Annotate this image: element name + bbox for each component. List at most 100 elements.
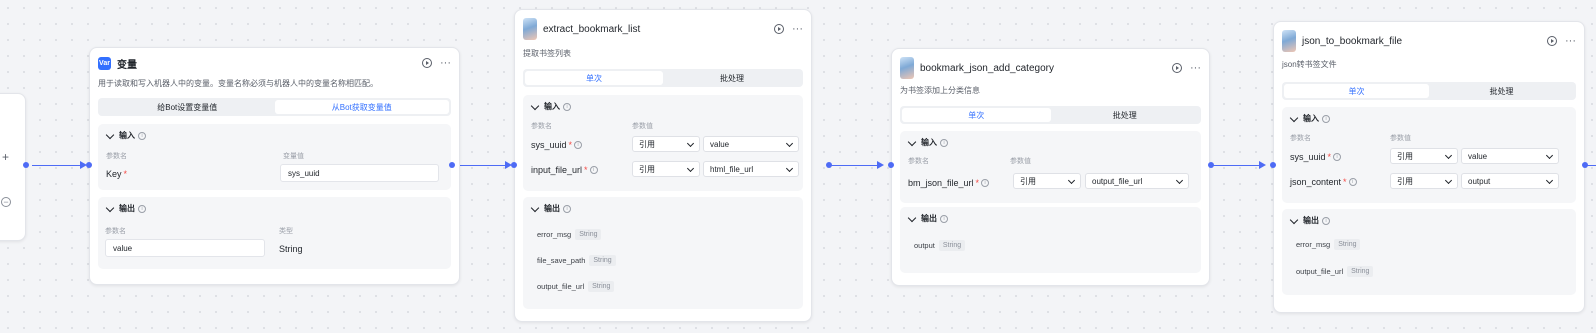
node-variable[interactable]: Var 变量 ··· 用于读取和写入机器人中的变量。变量名称必须与机器人中的变量… xyxy=(89,47,460,285)
info-icon: i xyxy=(1322,216,1330,225)
tab-single[interactable]: 单次 xyxy=(525,71,663,85)
edge-category-to-tobookmark[interactable] xyxy=(1211,165,1261,166)
chevron-down-icon xyxy=(1444,151,1453,159)
more-icon[interactable]: ··· xyxy=(1190,63,1201,74)
edge-arrow xyxy=(877,161,884,169)
node-extract-bookmark-list[interactable]: extract_bookmark_list ··· 提取书签列表 单次 批处理 … xyxy=(514,9,812,322)
param-name: sys_uuid * i xyxy=(531,140,583,150)
ref-type-select[interactable]: 引用 xyxy=(1390,173,1458,189)
edge-stub-to-variable[interactable] xyxy=(32,165,82,166)
variable-value-input[interactable]: sys_uuid xyxy=(280,164,439,182)
port-category-in[interactable] xyxy=(888,162,894,168)
chevron-down-icon xyxy=(1444,176,1453,184)
run-mode-tabs: 单次 批处理 xyxy=(1282,82,1576,100)
tab-single[interactable]: 单次 xyxy=(902,108,1051,122)
node-json-to-bookmark-file[interactable]: json_to_bookmark_file ··· json转书签文件 单次 批… xyxy=(1273,21,1585,313)
more-icon[interactable]: ··· xyxy=(792,24,803,35)
remove-icon[interactable]: − xyxy=(1,197,11,207)
ref-value-select[interactable]: output xyxy=(1461,173,1559,189)
more-icon[interactable]: ··· xyxy=(440,58,451,69)
output-section-title[interactable]: 输出 i xyxy=(105,203,146,214)
output-section-title[interactable]: 输出 i xyxy=(1289,215,1330,226)
ref-value-select[interactable]: value xyxy=(1461,148,1559,164)
port-variable-out[interactable] xyxy=(449,162,455,168)
port-extract-out[interactable] xyxy=(826,162,832,168)
param-name: bm_json_file_url * i xyxy=(908,178,990,188)
output-name-input[interactable]: value xyxy=(105,239,265,257)
port-tobookmark-out[interactable] xyxy=(1582,162,1588,168)
column-label-param-value: 参数值 xyxy=(1010,158,1031,165)
node-bookmark-json-add-category[interactable]: bookmark_json_add_category ··· 为书签添加上分类信… xyxy=(891,48,1210,286)
info-icon: i xyxy=(574,141,583,149)
chevron-down-icon xyxy=(1175,176,1184,184)
port-variable-in[interactable] xyxy=(86,162,92,168)
input-section-title[interactable]: 输入 i xyxy=(530,101,571,112)
add-icon[interactable]: + xyxy=(2,150,9,164)
port-tobookmark-in[interactable] xyxy=(1270,162,1276,168)
param-name: input_file_url * i xyxy=(531,165,598,175)
info-icon: i xyxy=(563,204,571,213)
ref-value-select[interactable]: value xyxy=(703,136,799,152)
ref-type-select[interactable]: 引用 xyxy=(1390,148,1458,164)
output-section: 输出 i error_msg String output_file_url Strin… xyxy=(1282,209,1576,295)
tab-single[interactable]: 单次 xyxy=(1284,84,1429,98)
input-section-title[interactable]: 输入 i xyxy=(1289,113,1330,124)
node-description: 用于读取和写入机器人中的变量。变量名称必须与机器人中的变量名称相匹配。 xyxy=(98,79,378,88)
input-section: 输入 i 参数名 变量值 Key * sys_uuid xyxy=(98,124,451,190)
chevron-down-icon xyxy=(1289,113,1299,122)
plugin-avatar-icon xyxy=(900,57,914,79)
ref-type-select[interactable]: 引用 xyxy=(1013,173,1081,189)
output-section-title[interactable]: 输出 i xyxy=(907,213,948,224)
partial-node-left[interactable]: + − xyxy=(0,93,26,241)
column-label-param-name: 参数名 xyxy=(105,228,126,235)
tab-get-variable[interactable]: 从Bot获取变量值 xyxy=(274,100,449,114)
input-section-title[interactable]: 输入 i xyxy=(105,130,146,141)
column-label-param-name: 参数名 xyxy=(908,158,929,165)
ref-value-select[interactable]: output_file_url xyxy=(1085,173,1189,189)
node-extract-header: extract_bookmark_list ··· xyxy=(523,18,803,40)
node-title: bookmark_json_add_category xyxy=(920,62,1054,74)
node-description: 为书签添加上分类信息 xyxy=(900,86,980,95)
output-section: 输出 i 参数名 类型 value String xyxy=(98,197,451,269)
ref-type-select[interactable]: 引用 xyxy=(632,136,700,152)
input-section: 输入 i 参数名 参数值 sys_uuid * i 引用 value json_con… xyxy=(1282,107,1576,203)
info-icon: i xyxy=(940,214,948,223)
node-category-header: bookmark_json_add_category ··· xyxy=(900,57,1201,79)
type-badge: String xyxy=(1334,239,1361,250)
output-item: output String xyxy=(914,240,966,251)
edge-variable-to-extract[interactable] xyxy=(457,165,507,166)
more-icon[interactable]: ··· xyxy=(1565,36,1576,47)
param-name: json_content * i xyxy=(1290,177,1357,187)
run-icon[interactable] xyxy=(774,24,784,34)
chevron-down-icon xyxy=(785,139,794,147)
edge-extract-to-category[interactable] xyxy=(829,165,879,166)
ref-type-select[interactable]: 引用 xyxy=(632,161,700,177)
chevron-down-icon xyxy=(105,203,115,212)
run-icon[interactable] xyxy=(1172,63,1182,73)
input-section: 输入 i 参数名 参数值 bm_json_file_url * i 引用 output… xyxy=(900,131,1201,203)
chevron-down-icon xyxy=(686,139,695,147)
column-label-type: 类型 xyxy=(279,228,293,235)
chevron-down-icon xyxy=(105,130,115,139)
tab-batch[interactable]: 批处理 xyxy=(1051,108,1200,122)
output-section-title[interactable]: 输出 i xyxy=(530,203,571,214)
run-icon[interactable] xyxy=(1547,36,1557,46)
node-title: json_to_bookmark_file xyxy=(1302,35,1403,47)
tab-batch[interactable]: 批处理 xyxy=(663,71,801,85)
chevron-down-icon xyxy=(1545,151,1554,159)
tab-set-variable[interactable]: 给Bot设置变量值 xyxy=(100,100,275,114)
output-item: error_msg String xyxy=(537,229,602,240)
output-item: error_msg String xyxy=(1296,239,1361,250)
ref-value-select[interactable]: html_file_url xyxy=(703,161,799,177)
output-item: output_file_url String xyxy=(1296,266,1374,277)
port-category-out[interactable] xyxy=(1208,162,1214,168)
chevron-down-icon xyxy=(1067,176,1076,184)
port-extract-in[interactable] xyxy=(511,162,517,168)
port-left-stub-out[interactable] xyxy=(23,162,29,168)
type-badge: String xyxy=(1347,266,1374,277)
tab-batch[interactable]: 批处理 xyxy=(1429,84,1574,98)
run-icon[interactable] xyxy=(422,58,432,68)
input-section-title[interactable]: 输入 i xyxy=(907,137,948,148)
node-title: 变量 xyxy=(117,59,137,71)
output-section: 输出 i error_msg String file_save_path String… xyxy=(523,197,803,309)
